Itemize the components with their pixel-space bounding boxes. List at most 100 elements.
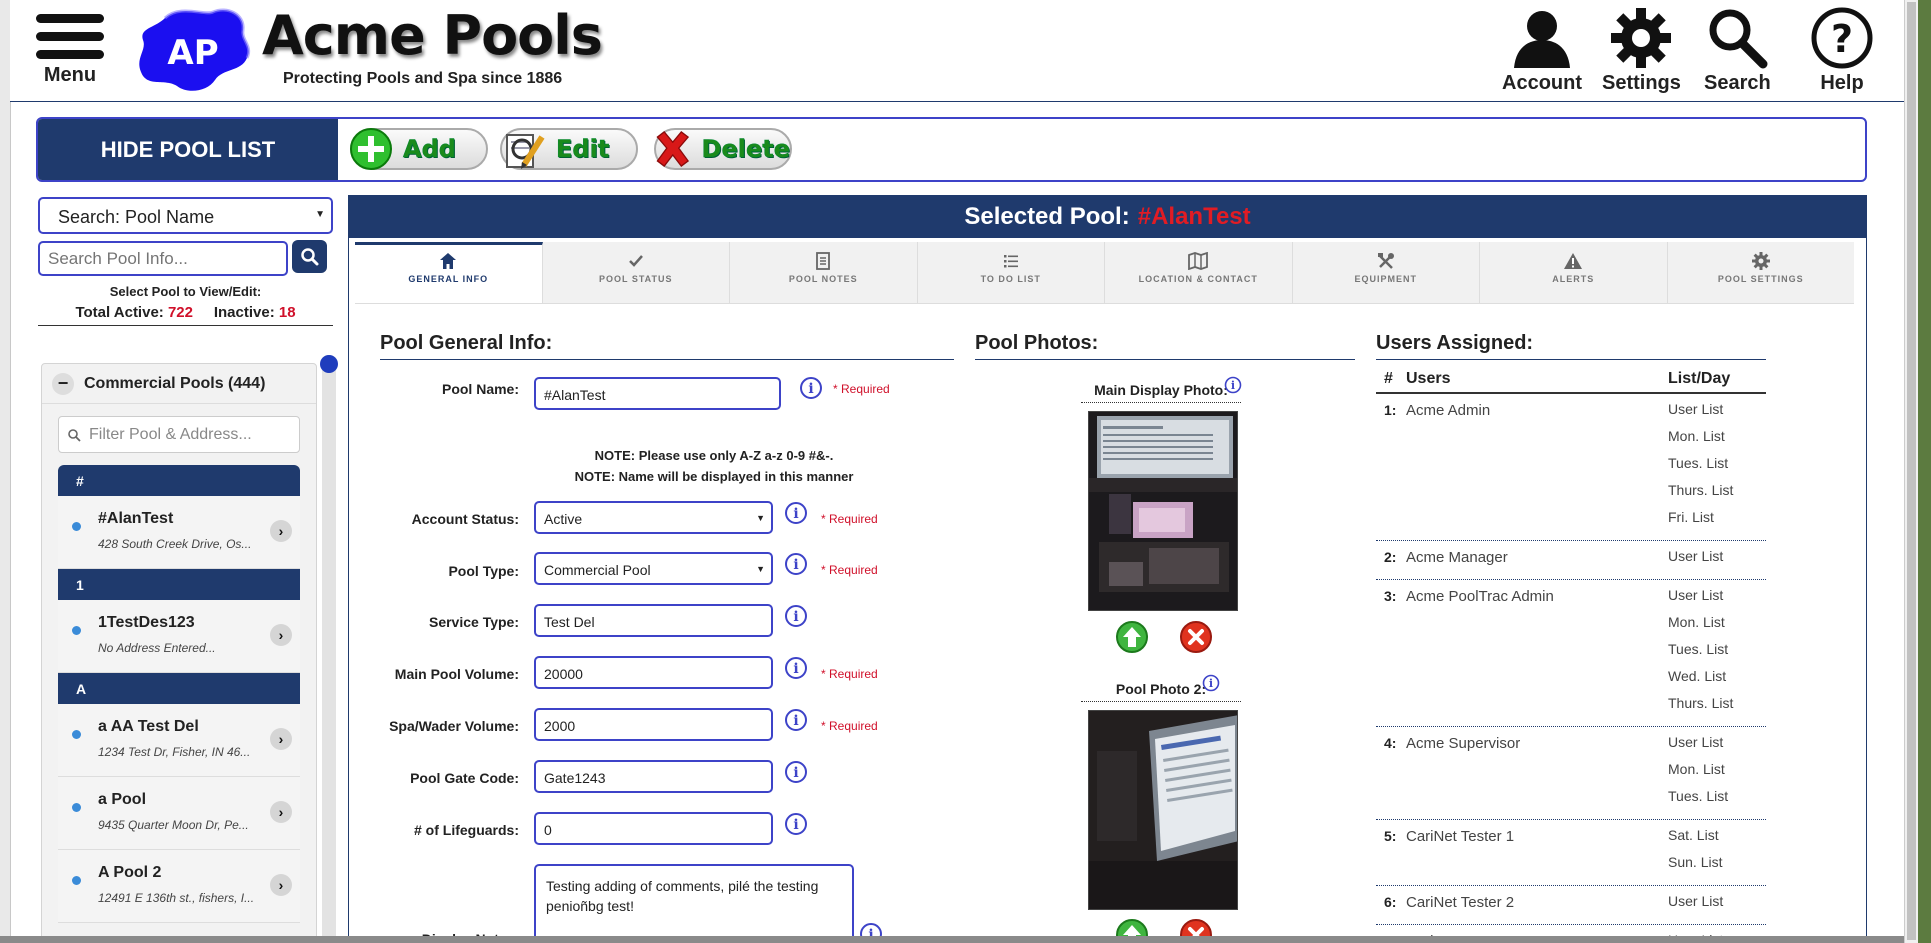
day-entry: Mon. List [1668, 761, 1725, 777]
info-icon[interactable]: i [784, 552, 810, 578]
pool-list-item[interactable]: A Pool 2 12491 E 136th st., fishers, I..… [58, 850, 300, 923]
chevron-right-icon[interactable]: › [270, 874, 292, 896]
tab-alerts[interactable]: ALERTS [1480, 242, 1668, 303]
logo-text: AP [167, 33, 218, 73]
pool-type-select[interactable]: Commercial Pool ▼ [534, 552, 773, 585]
chevron-right-icon[interactable]: › [270, 520, 292, 542]
row-num: 1: [1384, 402, 1397, 418]
map-icon [1188, 252, 1209, 270]
pool-list-item[interactable]: 1TestDes123 No Address Entered... › [58, 600, 300, 673]
filter-placeholder: Filter Pool & Address... [89, 425, 252, 443]
info-icon[interactable]: i [1202, 674, 1222, 694]
main-volume-label: Main Pool Volume: [394, 666, 519, 682]
table-row[interactable]: 1: Acme Admin User List Mon. List Tues. … [1376, 394, 1766, 541]
lifeguards-field[interactable]: 0 [534, 812, 773, 845]
delete-button[interactable]: Delete [654, 128, 792, 170]
brand-name: Acme Pools [262, 4, 603, 67]
day-entry: Thurs. List [1668, 482, 1734, 498]
inactive-label: Inactive: [213, 304, 275, 321]
pool-list-item[interactable]: a AA Test Del 1234 Test Dr, Fisher, IN 4… [58, 704, 300, 777]
account-button[interactable]: Account [1502, 6, 1582, 95]
tab-general-info[interactable]: GENERAL INFO [355, 242, 543, 303]
table-row[interactable]: 6: CariNet Tester 2 User List [1376, 886, 1766, 925]
info-icon[interactable]: i [784, 604, 810, 630]
chevron-down-icon: ▼ [756, 513, 765, 523]
table-row[interactable]: 3: Acme PoolTrac Admin User List Mon. Li… [1376, 580, 1766, 727]
svg-text:i: i [1209, 677, 1213, 690]
pool-search-input[interactable] [38, 241, 288, 276]
chevron-down-icon: ▼ [315, 209, 325, 220]
display-notes-field[interactable]: Testing adding of comments, pilé the tes… [534, 864, 854, 942]
search-submit-button[interactable] [292, 240, 327, 273]
gear-icon [1611, 8, 1672, 68]
pool-photo-2[interactable] [1088, 710, 1238, 910]
pool-list-item[interactable]: a Pool 9435 Quarter Moon Dr, Pe... › [58, 777, 300, 850]
day-entry: Mon. List [1668, 428, 1725, 444]
main-volume-field[interactable]: 20000 [534, 656, 773, 689]
search-mode-value: Search: Pool Name [58, 207, 215, 227]
svg-text:i: i [793, 713, 798, 729]
info-icon[interactable]: i [784, 501, 810, 527]
app-header: Menu AP Acme Pools Protecting Pools and … [10, 0, 1904, 102]
add-label: Add [403, 135, 456, 164]
tab-location-contact[interactable]: LOCATION & CONTACT [1105, 242, 1293, 303]
table-row[interactable]: 5: CariNet Tester 1 Sat. List Sun. List [1376, 820, 1766, 886]
search-mode-select[interactable]: Search: Pool Name ▼ [38, 197, 333, 234]
chevron-right-icon[interactable]: › [270, 624, 292, 646]
info-icon[interactable]: i [799, 376, 825, 402]
gate-code-field[interactable]: Gate1243 [534, 760, 773, 793]
user-name: Acme Admin [1406, 402, 1491, 419]
day-entry: Wed. List [1668, 668, 1727, 684]
tab-pool-status[interactable]: POOL STATUS [543, 242, 730, 303]
users-table-header: # Users List/Day [1376, 366, 1766, 394]
add-button[interactable]: Add [350, 128, 488, 170]
service-type-field[interactable]: Test Del [534, 604, 773, 637]
pool-filter-input[interactable]: Filter Pool & Address... [58, 416, 300, 453]
tab-pool-notes[interactable]: POOL NOTES [730, 242, 918, 303]
upload-photo-icon[interactable] [1115, 620, 1149, 654]
chevron-right-icon[interactable]: › [270, 728, 292, 750]
tab-label: EQUIPMENT [1354, 274, 1417, 284]
hamburger-icon [36, 14, 104, 59]
hide-pool-list-button[interactable]: HIDE POOL LIST [38, 119, 338, 180]
page-scrollbar[interactable] [1904, 0, 1918, 943]
collapse-icon: − [52, 372, 74, 395]
table-row[interactable]: 2: Acme Manager User List [1376, 541, 1766, 580]
info-icon[interactable]: i [784, 760, 810, 786]
detail-tabs: GENERAL INFO POOL STATUS POOL NOTES TO D… [355, 242, 1854, 304]
info-icon[interactable]: i [784, 812, 810, 838]
menu-button[interactable]: Menu [28, 10, 112, 87]
col-days: List/Day [1668, 370, 1731, 387]
info-icon[interactable]: i [784, 708, 810, 734]
notes-icon [816, 252, 831, 270]
main-display-photo[interactable] [1088, 411, 1238, 611]
commercial-pools-group[interactable]: − Commercial Pools (444) [42, 364, 316, 404]
spa-volume-field[interactable]: 2000 [534, 708, 773, 741]
user-name: Acme Manager [1406, 549, 1508, 566]
table-row[interactable]: 4: Acme Supervisor User List Mon. List T… [1376, 727, 1766, 820]
scrollbar-thumb[interactable] [320, 355, 338, 373]
tab-label: POOL STATUS [598, 274, 673, 284]
tab-label: TO DO LIST [980, 274, 1041, 284]
required-indicator: * Required [821, 512, 878, 526]
settings-button[interactable]: Settings [1602, 6, 1681, 95]
day-entry: Tues. List [1668, 788, 1729, 804]
edit-button[interactable]: Edit [500, 128, 638, 170]
svg-text:i: i [793, 506, 798, 522]
account-status-select[interactable]: Active ▼ [534, 501, 773, 534]
info-icon[interactable]: i [784, 656, 810, 682]
delete-photo-icon[interactable] [1179, 620, 1213, 654]
info-icon[interactable]: i [1224, 376, 1244, 396]
pool-name-field[interactable]: #AlanTest [534, 377, 781, 410]
tab-pool-settings[interactable]: POOL SETTINGS [1668, 242, 1855, 303]
pool-type-value: Commercial Pool [544, 562, 651, 578]
pool-list-scrollbar[interactable] [320, 355, 338, 943]
tab-to-do-list[interactable]: TO DO LIST [918, 242, 1105, 303]
chevron-right-icon[interactable]: › [270, 801, 292, 823]
pool-list-item[interactable]: #AlanTest 428 South Creek Drive, Os... › [58, 496, 300, 569]
search-button[interactable]: Search [1704, 6, 1771, 95]
tab-equipment[interactable]: EQUIPMENT [1293, 242, 1480, 303]
help-button[interactable]: ? Help [1810, 6, 1874, 95]
page-scrollbar-thumb[interactable] [1907, 2, 1916, 940]
users-assigned-heading: Users Assigned: [1376, 332, 1766, 360]
